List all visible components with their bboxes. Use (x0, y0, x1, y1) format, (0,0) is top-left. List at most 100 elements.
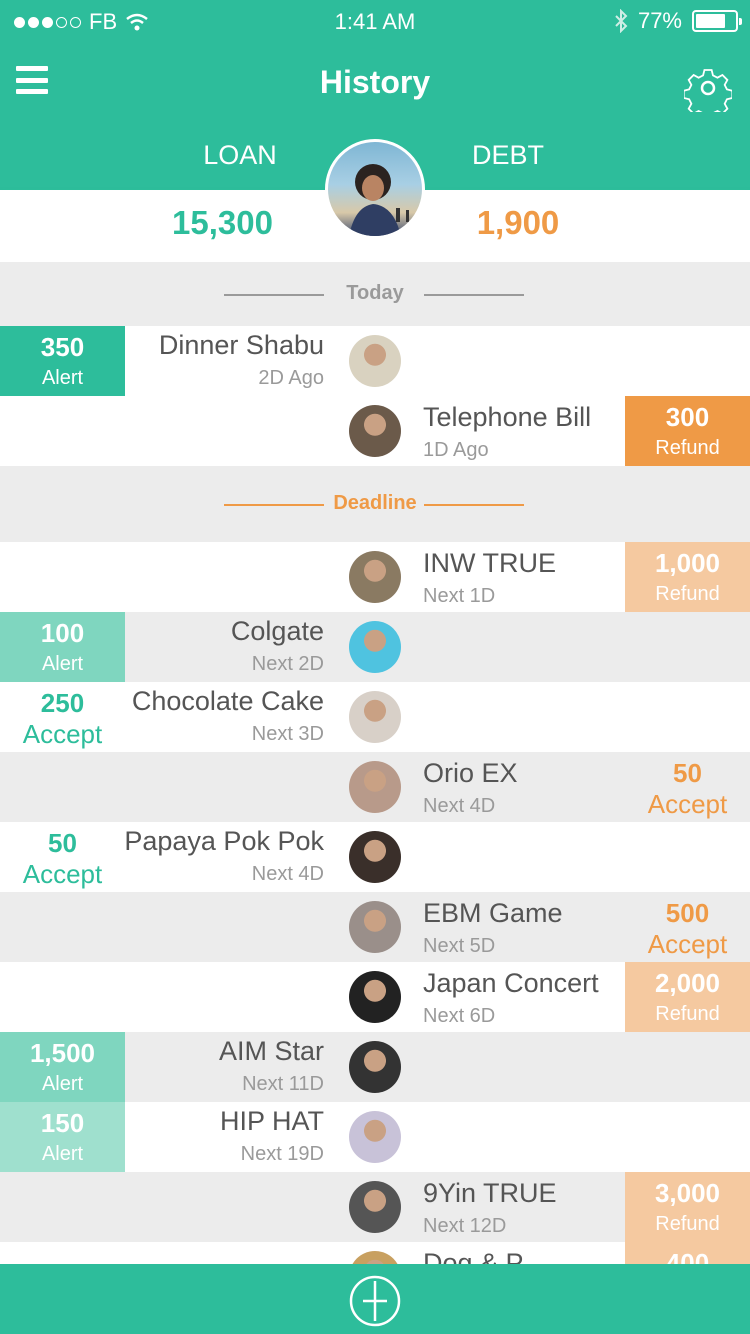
history-row[interactable]: Chocolate Cake Next 3D 250 Accept (0, 682, 750, 752)
amount-badge[interactable]: 350 Alert (0, 326, 125, 396)
item-due: Next 2D (251, 653, 324, 675)
item-name: Dinner Shabu (158, 330, 324, 360)
amount-badge[interactable]: 250 Accept (0, 682, 125, 752)
badge-amount: 50 (673, 758, 702, 788)
badge-amount: 150 (40, 1108, 85, 1138)
history-row[interactable]: Orio EX Next 4D 50 Accept (0, 752, 750, 822)
badge-status: Alert (41, 653, 84, 675)
history-row[interactable]: AIM Star Next 11D 1,500 Alert (0, 1032, 750, 1102)
amount-badge[interactable]: 1,000 Refund (625, 542, 750, 612)
history-row[interactable]: Telephone Bill 1D Ago 300 Refund (0, 396, 750, 466)
item-due: Next 19D (240, 1143, 324, 1165)
item-due: Next 6D (423, 1005, 496, 1027)
profile-avatar[interactable] (325, 139, 425, 239)
badge-amount: 50 (48, 828, 77, 858)
history-list[interactable]: Today Dinner Shabu 2D Ago 350 Alert Telephon… (0, 262, 750, 1264)
avatar[interactable] (349, 551, 401, 603)
amount-badge[interactable]: 50 Accept (625, 752, 750, 822)
history-row[interactable]: 9Yin TRUE Next 12D 3,000 Refund (0, 1172, 750, 1242)
badge-status: Refund (655, 1003, 720, 1025)
amount-badge[interactable]: 1,500 Alert (0, 1032, 125, 1102)
avatar[interactable] (349, 831, 401, 883)
item-name: Japan Concert (423, 968, 599, 998)
section-label-today: Today (346, 282, 404, 305)
badge-amount: 300 (665, 402, 710, 432)
badge-status: Accept (647, 789, 728, 819)
item-name: EBM Game (423, 898, 563, 928)
status-right: 77% (614, 8, 742, 34)
section-divider-deadline: Deadline (0, 466, 750, 542)
badge-status: Alert (41, 1073, 84, 1095)
avatar[interactable] (349, 405, 401, 457)
item-name: Orio EX (423, 758, 518, 788)
bluetooth-icon (615, 9, 628, 33)
deadline-list: INW TRUE Next 1D 1,000 Refund Colgate Next 2D… (0, 542, 750, 1264)
avatar[interactable] (349, 1181, 401, 1233)
badge-amount: 350 (40, 332, 85, 362)
history-row[interactable]: Japan Concert Next 6D 2,000 Refund (0, 962, 750, 1032)
item-due: Next 3D (251, 723, 324, 745)
gear-icon[interactable] (684, 64, 732, 112)
item-name: 9Yin TRUE (423, 1178, 557, 1208)
history-row[interactable]: HIP HAT Next 19D 150 Alert (0, 1102, 750, 1172)
avatar[interactable] (349, 901, 401, 953)
debt-total: 1,900 (476, 204, 560, 241)
avatar[interactable] (349, 971, 401, 1023)
badge-status: Refund (655, 437, 720, 459)
item-due: Next 4D (251, 863, 324, 885)
amount-badge[interactable]: 50 Accept (0, 822, 125, 892)
avatar[interactable] (349, 691, 401, 743)
avatar[interactable] (349, 1041, 401, 1093)
item-name: HIP HAT (219, 1106, 324, 1136)
item-name: AIM Star (218, 1036, 324, 1066)
item-name: Chocolate Cake (131, 686, 324, 716)
amount-badge[interactable]: 300 Refund (625, 396, 750, 466)
amount-badge[interactable]: 150 Alert (0, 1102, 125, 1172)
badge-amount: 3,000 (654, 1178, 721, 1208)
amount-badge[interactable]: 3,000 Refund (625, 1172, 750, 1242)
history-row[interactable]: INW TRUE Next 1D 1,000 Refund (0, 542, 750, 612)
item-due: Next 1D (423, 585, 496, 607)
badge-status: Refund (655, 583, 720, 605)
amount-badge[interactable]: 100 Alert (0, 612, 125, 682)
badge-status: Accept (647, 929, 728, 959)
avatar[interactable] (349, 761, 401, 813)
history-row[interactable]: Colgate Next 2D 100 Alert (0, 612, 750, 682)
avatar[interactable] (349, 621, 401, 673)
item-name: Colgate (230, 616, 324, 646)
item-name: Telephone Bill (423, 402, 592, 432)
item-due: Next 11D (242, 1073, 324, 1095)
item-name: Dog & P (423, 1248, 524, 1264)
badge-amount: 250 (40, 688, 85, 718)
avatar[interactable] (349, 1111, 401, 1163)
today-list: Dinner Shabu 2D Ago 350 Alert Telephone Bill… (0, 326, 750, 466)
item-due: 2D Ago (258, 367, 324, 389)
history-row[interactable]: Dog & P 400 (0, 1242, 750, 1264)
history-row[interactable]: Dinner Shabu 2D Ago 350 Alert (0, 326, 750, 396)
status-bar: FB 1:41 AM 77% (0, 0, 750, 42)
badge-amount: 1,500 (29, 1038, 96, 1068)
badge-amount: 2,000 (654, 968, 721, 998)
history-row[interactable]: EBM Game Next 5D 500 Accept (0, 892, 750, 962)
badge-status: Alert (41, 1143, 84, 1165)
item-due: Next 12D (423, 1215, 507, 1237)
item-name: Papaya Pok Pok (124, 826, 324, 856)
badge-amount: 400 (665, 1248, 710, 1264)
history-row[interactable]: Papaya Pok Pok Next 4D 50 Accept (0, 822, 750, 892)
item-due: Next 5D (423, 935, 496, 957)
amount-badge[interactable]: 500 Accept (625, 892, 750, 962)
bottom-bar (0, 1264, 750, 1334)
amount-badge[interactable]: 2,000 Refund (625, 962, 750, 1032)
avatar[interactable] (349, 1251, 401, 1264)
add-circle-icon[interactable] (349, 1275, 401, 1327)
section-label-deadline: Deadline (333, 492, 417, 515)
item-due: 1D Ago (423, 439, 489, 461)
battery-icon (692, 10, 742, 32)
badge-status: Accept (22, 859, 103, 889)
badge-amount: 500 (665, 898, 710, 928)
amount-badge[interactable]: 400 (625, 1242, 750, 1264)
avatar[interactable] (349, 335, 401, 387)
badge-status: Refund (655, 1213, 720, 1235)
item-due: Next 4D (423, 795, 496, 817)
item-name: INW TRUE (423, 548, 556, 578)
